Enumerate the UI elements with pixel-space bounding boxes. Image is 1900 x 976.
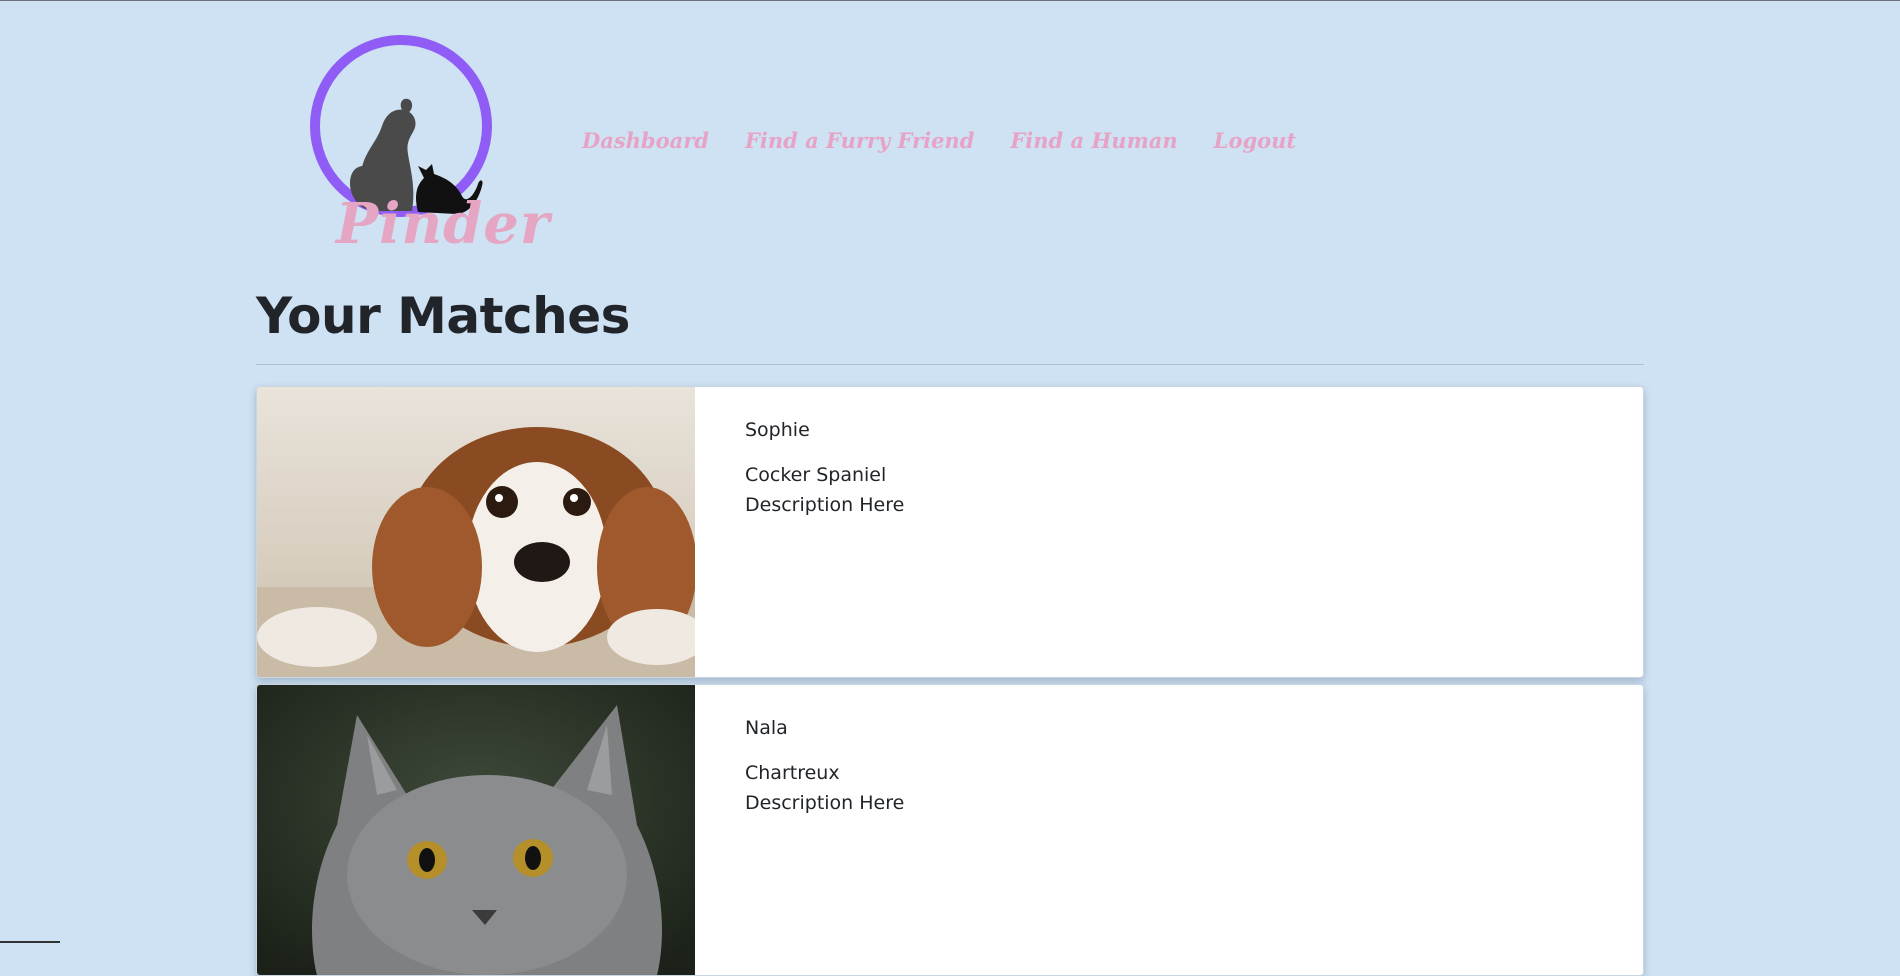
main-nav: Dashboard Find a Furry Friend Find a Hum… <box>582 128 1296 153</box>
nav-link-find-human[interactable]: Find a Human <box>1010 128 1177 153</box>
pet-breed: Cocker Spaniel <box>745 464 887 486</box>
match-details: Nala Chartreux Description Here <box>745 713 904 818</box>
pet-description: Description Here <box>745 792 905 814</box>
logo-wordmark: Pinder <box>336 191 551 257</box>
pet-name: Sophie <box>745 419 810 441</box>
nav-link-find-furry-friend[interactable]: Find a Furry Friend <box>745 128 974 153</box>
match-photo <box>257 387 695 677</box>
dog-photo-icon <box>257 387 695 677</box>
pinder-logo[interactable]: Pinder <box>306 26 551 261</box>
pet-breed: Chartreux <box>745 762 840 784</box>
nav-link-dashboard[interactable]: Dashboard <box>582 128 709 153</box>
pet-name: Nala <box>745 717 788 739</box>
cat-photo-icon <box>257 685 695 975</box>
match-details: Sophie Cocker Spaniel Description Here <box>745 415 904 520</box>
match-photo <box>257 685 695 975</box>
site-header: Pinder Dashboard Find a Furry Friend Fin… <box>256 1 1644 263</box>
match-card[interactable]: Nala Chartreux Description Here <box>256 684 1644 976</box>
page-title: Your Matches <box>256 287 630 345</box>
pet-description: Description Here <box>745 494 905 516</box>
nav-link-logout[interactable]: Logout <box>1214 128 1296 153</box>
title-divider <box>256 364 1644 365</box>
match-card[interactable]: Sophie Cocker Spaniel Description Here <box>256 386 1644 678</box>
page-container: Pinder Dashboard Find a Furry Friend Fin… <box>256 1 1644 976</box>
